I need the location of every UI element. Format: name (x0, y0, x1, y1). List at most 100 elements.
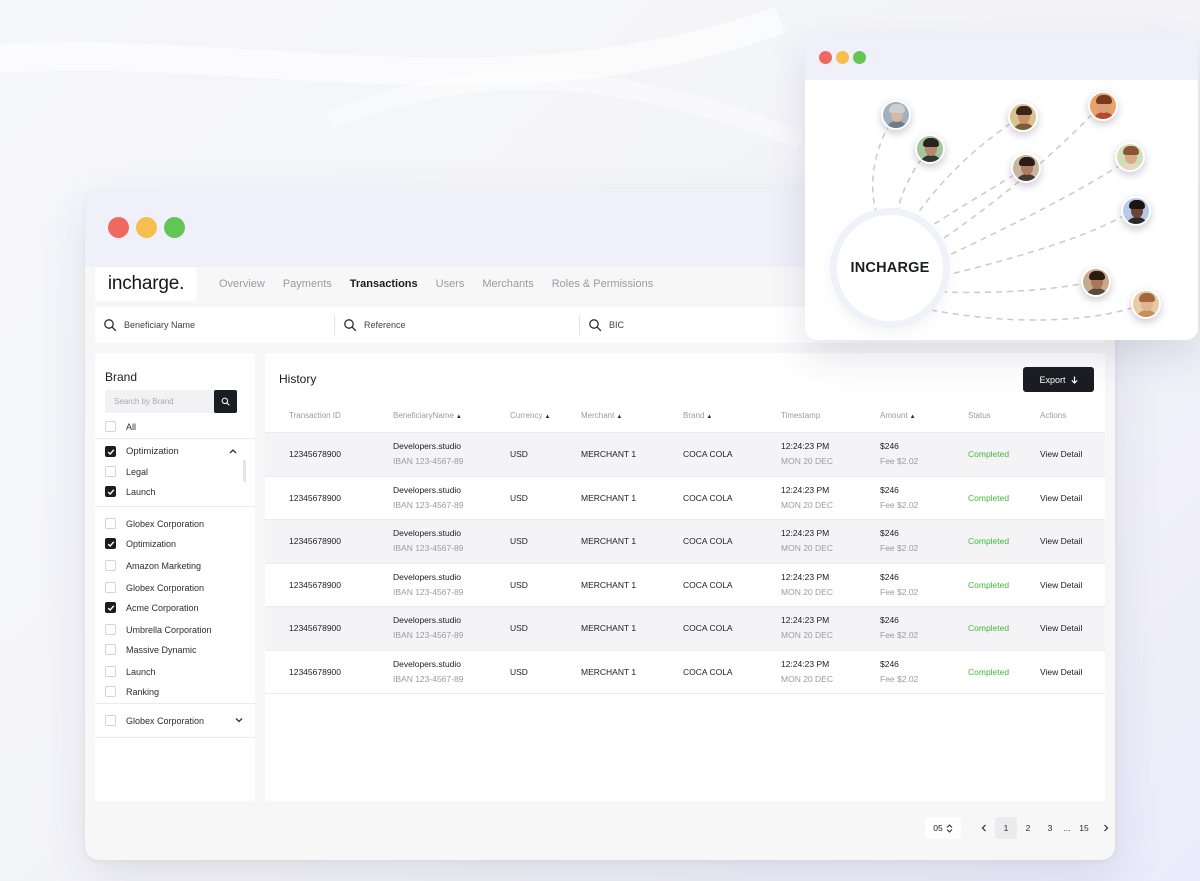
close-window-button[interactable] (108, 217, 129, 238)
brand-option-all[interactable]: All (105, 421, 136, 432)
scrollbar-thumb[interactable] (243, 460, 246, 482)
view-detail-link-value: View Detail (1040, 536, 1083, 547)
bic-search-field[interactable]: BIC (579, 315, 809, 335)
brand-search-input[interactable]: Search by Brand (105, 390, 237, 413)
avatar[interactable] (915, 134, 945, 164)
checkbox[interactable] (105, 518, 116, 529)
checkbox[interactable] (105, 666, 116, 677)
cell-timestamp: 12:24:23 PM MON 20 DEC (781, 485, 833, 510)
page-button-1[interactable]: 1 (995, 817, 1017, 839)
brand-option-massive-dynamic[interactable]: Massive Dynamic (105, 644, 197, 655)
table-row[interactable]: 12345678900 Developers.studio IBAN 123-456… (265, 562, 1105, 607)
reference-search-field[interactable]: Reference (334, 315, 579, 335)
chevron-up-icon[interactable] (229, 448, 237, 454)
table-row[interactable]: 12345678900 Developers.studio IBAN 123-456… (265, 649, 1105, 694)
tab-users[interactable]: Users (436, 278, 465, 290)
cell-brand: COCA COLA (683, 667, 733, 677)
checkbox-checked[interactable] (105, 602, 116, 613)
view-detail-link[interactable]: View Detail (1040, 623, 1082, 633)
table-row[interactable]: 12345678900 Developers.studio IBAN 123-456… (265, 519, 1105, 563)
brand-option-launch-2[interactable]: Launch (105, 666, 156, 677)
minimize-window-button[interactable] (136, 217, 157, 238)
brand-option-legal[interactable]: Legal (105, 466, 148, 477)
brand-search-button[interactable] (214, 390, 237, 413)
column-header-brand[interactable]: Brand ▲ (683, 411, 712, 420)
cell-transaction-id-value: 12345678900 (289, 666, 342, 677)
view-detail-link[interactable]: View Detail (1040, 493, 1082, 503)
column-header-transaction-id[interactable]: Transaction ID (289, 411, 341, 420)
checkbox-checked[interactable] (105, 538, 116, 549)
sort-icon[interactable]: ▲ (910, 414, 916, 420)
view-detail-link[interactable]: View Detail (1040, 580, 1082, 590)
tab-merchants[interactable]: Merchants (482, 278, 533, 290)
cell-status-value: Completed (968, 623, 1010, 634)
brand-option-label: Optimization (126, 446, 179, 457)
brand-option-optimization[interactable]: Optimization (105, 538, 176, 549)
column-header-timestamp[interactable]: Timestamp (781, 411, 820, 420)
sort-icon[interactable]: ▲ (544, 414, 550, 420)
checkbox[interactable] (105, 421, 116, 432)
checkbox[interactable] (105, 715, 116, 726)
avatar[interactable] (1081, 267, 1111, 297)
page-button-last[interactable]: 15 (1073, 817, 1095, 839)
brand-group-optimization[interactable]: Optimization (105, 446, 245, 457)
checkbox[interactable] (105, 624, 116, 635)
brand-option-ranking[interactable]: Ranking (105, 686, 159, 697)
tab-overview[interactable]: Overview (219, 278, 265, 290)
sort-icon[interactable]: ▲ (616, 414, 622, 420)
avatar[interactable] (1088, 91, 1118, 121)
view-detail-link[interactable]: View Detail (1040, 667, 1082, 677)
brand-option-amazon-marketing[interactable]: Amazon Marketing (105, 560, 201, 571)
column-header-currency[interactable]: Currency ▲ (510, 411, 550, 420)
avatar[interactable] (1008, 102, 1038, 132)
checkbox-checked[interactable] (105, 446, 116, 457)
avatar[interactable] (1115, 142, 1145, 172)
logo-container[interactable]: incharge. (95, 267, 197, 301)
table-row[interactable]: 12345678900 Developers.studio IBAN 123-456… (265, 606, 1105, 650)
avatar[interactable] (1011, 153, 1041, 183)
tab-roles-permissions[interactable]: Roles & Permissions (552, 278, 653, 290)
sort-icon[interactable]: ▲ (456, 414, 462, 420)
brand-option-umbrella[interactable]: Umbrella Corporation (105, 624, 212, 635)
checkbox[interactable] (105, 582, 116, 593)
brand-option-launch[interactable]: Launch (105, 486, 156, 497)
cell-timestamp-value: 12:24:23 PM (781, 484, 830, 495)
checkbox-checked[interactable] (105, 486, 116, 497)
brand-group-globex[interactable]: Globex Corporation (105, 715, 247, 726)
next-page-button[interactable] (1095, 817, 1115, 839)
avatar[interactable] (881, 100, 911, 130)
tab-transactions[interactable]: Transactions (350, 278, 418, 290)
column-header-beneficiary[interactable]: BeneficiaryName ▲ (393, 411, 462, 420)
export-button[interactable]: Export (1023, 367, 1094, 392)
sort-icon[interactable]: ▲ (706, 414, 712, 420)
cell-transaction-id-value: 12345678900 (289, 579, 342, 590)
per-page-select[interactable]: 05 (925, 817, 961, 839)
view-detail-link[interactable]: View Detail (1040, 449, 1082, 459)
table-row[interactable]: 12345678900 Developers.studio IBAN 123-456… (265, 475, 1105, 520)
view-detail-link[interactable]: View Detail (1040, 536, 1082, 546)
avatar[interactable] (1121, 196, 1151, 226)
connection-line (940, 281, 1091, 294)
tab-payments[interactable]: Payments (283, 278, 332, 290)
brand-option-globex[interactable]: Globex Corporation (105, 518, 204, 529)
brand-option-acme[interactable]: Acme Corporation (105, 602, 199, 613)
checkbox[interactable] (105, 686, 116, 697)
column-header-amount[interactable]: Amount ▲ (880, 411, 916, 420)
maximize-window-button[interactable] (164, 217, 185, 238)
brand-option-globex-2[interactable]: Globex Corporation (105, 582, 204, 593)
cell-status: Completed (968, 493, 1009, 503)
column-header-label: Timestamp (781, 411, 821, 420)
column-header-merchant[interactable]: Merchant ▲ (581, 411, 622, 420)
chevron-down-icon[interactable] (235, 717, 243, 723)
checkbox[interactable] (105, 560, 116, 571)
column-header-status[interactable]: Status (968, 411, 991, 420)
previous-page-button[interactable] (973, 817, 995, 839)
page-button-3[interactable]: 3 (1039, 817, 1061, 839)
checkbox[interactable] (105, 644, 116, 655)
cell-timestamp-subvalue: MON 20 DEC (781, 673, 833, 684)
checkbox[interactable] (105, 466, 116, 477)
table-row[interactable]: 12345678900 Developers.studio IBAN 123-456… (265, 432, 1105, 476)
avatar[interactable] (1131, 289, 1161, 319)
page-button-2[interactable]: 2 (1017, 817, 1039, 839)
beneficiary-search-field[interactable]: Beneficiary Name (95, 315, 334, 335)
